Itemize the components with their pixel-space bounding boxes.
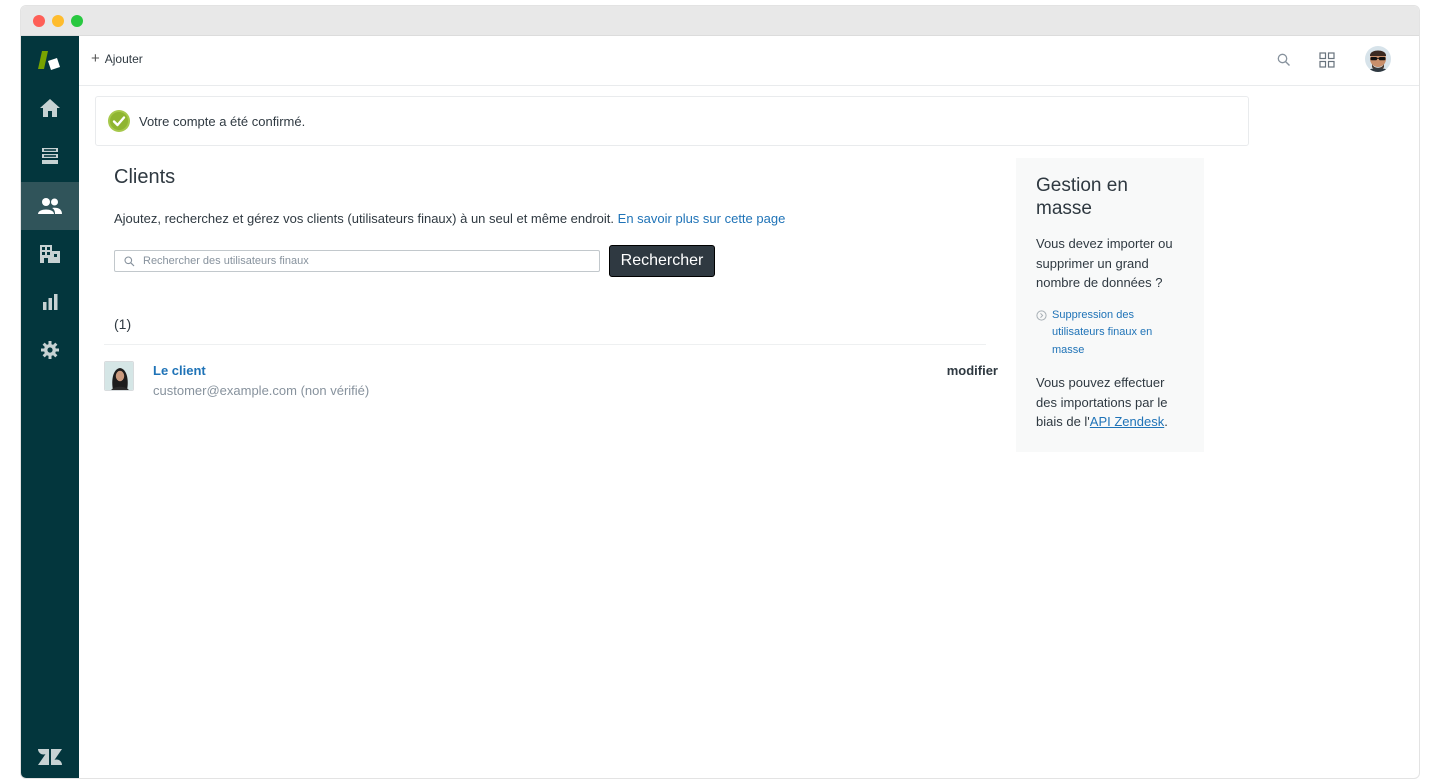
sidebar-item-reporting[interactable] bbox=[21, 278, 79, 326]
divider bbox=[104, 344, 986, 345]
panel-question: Vous devez importer ou supprimer un gran… bbox=[1036, 236, 1173, 290]
banner-message: Votre compte a été confirmé. bbox=[139, 113, 306, 129]
list-item: Le client customer@example.com (non véri… bbox=[104, 356, 998, 400]
info-bullet-icon bbox=[1036, 309, 1047, 321]
add-button-label: Ajouter bbox=[104, 52, 143, 66]
plus-icon: + bbox=[91, 50, 100, 67]
description-text: Ajoutez, recherchez et gérez vos clients… bbox=[114, 211, 615, 226]
bulk-delete-link[interactable]: Suppression des utilisateurs finaux en m… bbox=[1052, 307, 1177, 360]
close-window-button[interactable] bbox=[33, 15, 45, 27]
product-logo[interactable] bbox=[21, 36, 79, 84]
page-title: Clients bbox=[114, 166, 176, 188]
browser-window: + Ajouter Votre compte a été confirmé. C… bbox=[20, 5, 1420, 779]
confirmation-banner: Votre compte a été confirmé. bbox=[95, 96, 1249, 146]
panel-title: Gestion en masse bbox=[1036, 175, 1128, 219]
user-avatar[interactable] bbox=[1365, 46, 1391, 72]
home-icon bbox=[40, 99, 60, 117]
building-icon bbox=[40, 245, 60, 263]
window-titlebar bbox=[21, 6, 1419, 36]
search-button[interactable]: Rechercher bbox=[609, 245, 715, 277]
zendesk-logo[interactable] bbox=[21, 742, 79, 772]
sidebar bbox=[21, 36, 79, 778]
sidebar-item-views[interactable] bbox=[21, 132, 79, 180]
check-circle-icon bbox=[108, 110, 130, 132]
customer-email: customer@example.com (non vérifié) bbox=[153, 383, 370, 398]
apps-grid-icon[interactable] bbox=[1319, 52, 1335, 73]
learn-more-link[interactable]: En savoir plus sur cette page bbox=[618, 211, 786, 226]
minimize-window-button[interactable] bbox=[52, 15, 64, 27]
search-icon bbox=[124, 255, 135, 266]
views-icon bbox=[42, 148, 58, 164]
main-content: Clients Ajoutez, recherchez et gérez vos… bbox=[104, 166, 998, 398]
zendesk-z-icon bbox=[38, 749, 62, 765]
search-input[interactable] bbox=[143, 255, 583, 267]
users-icon bbox=[38, 198, 62, 214]
search-icon[interactable] bbox=[1277, 53, 1291, 72]
sidebar-item-admin[interactable] bbox=[21, 326, 79, 374]
bar-chart-icon bbox=[43, 294, 58, 310]
customer-name-link[interactable]: Le client bbox=[153, 363, 206, 378]
add-button[interactable]: + Ajouter bbox=[91, 50, 143, 67]
gear-icon bbox=[41, 341, 59, 359]
panel-import-text: Vous pouvez effectuer des importations p… bbox=[1036, 373, 1184, 432]
bulk-management-panel: Gestion en masse Vous devez importer ou … bbox=[1016, 158, 1204, 452]
top-bar: + Ajouter bbox=[79, 36, 1419, 86]
sidebar-item-organizations[interactable] bbox=[21, 230, 79, 278]
api-zendesk-link[interactable]: API Zendesk bbox=[1090, 414, 1164, 429]
sidebar-item-home[interactable] bbox=[21, 84, 79, 132]
zendesk-product-logo-icon bbox=[38, 51, 60, 70]
search-field[interactable] bbox=[114, 250, 600, 272]
page-description: Ajoutez, recherchez et gérez vos clients… bbox=[114, 211, 785, 226]
bulk-delete-item: Suppression des utilisateurs finaux en m… bbox=[1036, 307, 1184, 360]
maximize-window-button[interactable] bbox=[71, 15, 83, 27]
customer-avatar[interactable] bbox=[104, 361, 134, 391]
sidebar-item-customers[interactable] bbox=[21, 182, 79, 230]
result-count: (1) bbox=[114, 316, 132, 332]
edit-customer-link[interactable]: modifier bbox=[947, 363, 998, 378]
import-text-end: . bbox=[1164, 414, 1168, 429]
